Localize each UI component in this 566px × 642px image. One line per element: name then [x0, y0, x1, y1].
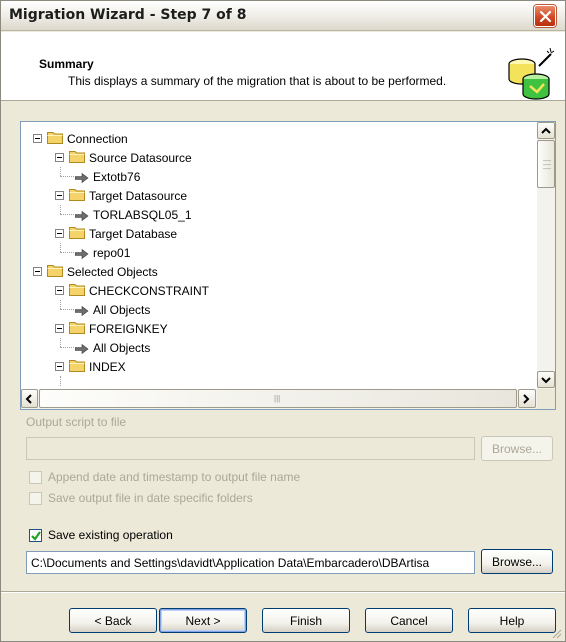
database-migration-icon — [508, 47, 555, 100]
title-bar[interactable]: Migration Wizard - Step 7 of 8 — [1, 1, 565, 31]
tree-item[interactable]: Target Datasource — [21, 186, 535, 205]
tree-item-label: Target Datasource — [89, 189, 188, 203]
tree-item[interactable]: FOREIGNKEY — [21, 319, 535, 338]
tree-content: Connection Source Datasource Extotb76 Targe… — [21, 122, 535, 389]
collapse-icon[interactable] — [55, 324, 64, 333]
migration-wizard-window: Migration Wizard - Step 7 of 8 Summary T… — [0, 0, 566, 642]
scroll-up-button[interactable] — [537, 122, 555, 139]
footer-divider — [1, 591, 565, 593]
save-operation-label: Save existing operation — [48, 528, 173, 542]
next-button[interactable]: Next > — [159, 608, 247, 633]
tree-item-label: INDEX — [89, 360, 126, 374]
tree-item-label: Selected Objects — [67, 265, 158, 279]
tree-item[interactable]: CHECKCONSTRAINT — [21, 281, 535, 300]
scrollbar-corner — [537, 389, 555, 409]
scroll-down-button[interactable] — [537, 371, 555, 388]
scroll-left-button[interactable] — [21, 389, 38, 408]
output-browse-button[interactable]: Browse... — [481, 436, 553, 461]
vertical-scroll-thumb[interactable]: — — — — [537, 140, 555, 188]
tree-item[interactable]: All Objects — [21, 300, 535, 319]
chevron-down-icon — [541, 377, 551, 384]
back-button[interactable]: < Back — [69, 608, 157, 633]
folder-icon — [69, 359, 85, 375]
output-path-field[interactable] — [26, 437, 475, 460]
folder-icon — [69, 150, 85, 166]
output-path-input[interactable] — [27, 438, 474, 459]
save-operation-checkbox[interactable] — [29, 529, 42, 542]
scroll-right-button[interactable] — [518, 389, 536, 408]
folder-icon — [69, 321, 85, 337]
tree-item[interactable]: Source Datasource — [21, 148, 535, 167]
collapse-icon[interactable] — [55, 362, 64, 371]
arrow-right-icon — [74, 172, 89, 186]
output-script-label: Output script to file — [26, 415, 127, 429]
tree-item[interactable]: Target Database — [21, 224, 535, 243]
collapse-icon[interactable] — [55, 191, 64, 200]
tree-item[interactable]: INDEX — [21, 357, 535, 376]
tree-item-label: FOREIGNKEY — [89, 322, 168, 336]
date-folders-label: Save output file in date specific folder… — [48, 491, 253, 505]
arrow-right-icon — [74, 343, 89, 357]
collapse-icon[interactable] — [33, 134, 42, 143]
append-timestamp-checkbox[interactable] — [29, 471, 42, 484]
tree-item[interactable]: Selected Objects — [21, 262, 535, 281]
tree-item-label: repo01 — [93, 246, 131, 260]
tree-item[interactable]: All Objects — [21, 338, 535, 357]
chevron-left-icon — [25, 394, 32, 404]
tree-item-label: All Objects — [93, 341, 151, 355]
cancel-button[interactable]: Cancel — [365, 608, 453, 633]
close-button[interactable] — [534, 5, 556, 27]
resize-grip-icon[interactable] — [550, 627, 562, 639]
tree-item-label: TORLABSQL05_1 — [93, 208, 192, 222]
save-operation-path-input[interactable] — [27, 552, 474, 573]
folder-icon — [69, 226, 85, 242]
finish-button[interactable]: Finish — [262, 608, 350, 633]
arrow-right-icon — [74, 248, 89, 262]
date-folders-checkbox[interactable] — [29, 492, 42, 505]
folder-icon — [47, 131, 63, 147]
save-operation-browse-button[interactable]: Browse... — [481, 549, 553, 574]
tree-item-label: CHECKCONSTRAINT — [89, 284, 210, 298]
folder-icon — [69, 188, 85, 204]
append-timestamp-label: Append date and timestamp to output file… — [48, 470, 301, 484]
checkmark-icon — [31, 531, 41, 541]
collapse-icon[interactable] — [55, 229, 64, 238]
tree-item-label: Target Database — [89, 227, 178, 241]
summary-tree[interactable]: Connection Source Datasource Extotb76 Targe… — [20, 121, 556, 410]
folder-icon — [47, 264, 63, 280]
tree-item[interactable]: repo01 — [21, 243, 535, 262]
arrow-right-icon — [74, 210, 89, 224]
tree-item-label: Connection — [67, 132, 128, 146]
window-title: Migration Wizard - Step 7 of 8 — [9, 7, 247, 23]
tree-item-label: Source Datasource — [89, 151, 192, 165]
tree-item[interactable]: Connection — [21, 129, 535, 148]
wizard-header: Summary This displays a summary of the m… — [1, 32, 565, 101]
collapse-icon[interactable] — [55, 286, 64, 295]
chevron-up-icon — [541, 127, 551, 134]
folder-icon — [69, 283, 85, 299]
header-title: Summary — [39, 57, 94, 71]
tree-item[interactable]: TORLABSQL05_1 — [21, 205, 535, 224]
collapse-icon[interactable] — [33, 267, 42, 276]
save-operation-path-field[interactable] — [26, 551, 475, 574]
tree-item-label: Extotb76 — [93, 170, 141, 184]
tree-item-label: All Objects — [93, 303, 151, 317]
help-button[interactable]: Help — [468, 608, 556, 633]
horizontal-scrollbar[interactable]: ||| — [21, 389, 537, 409]
tree-item[interactable]: Extotb76 — [21, 167, 535, 186]
arrow-right-icon — [74, 305, 89, 319]
close-icon — [539, 10, 552, 23]
collapse-icon[interactable] — [55, 153, 64, 162]
vertical-scrollbar[interactable]: — — — — [537, 122, 555, 389]
chevron-right-icon — [523, 394, 530, 404]
header-description: This displays a summary of the migration… — [68, 74, 447, 88]
horizontal-scroll-thumb[interactable]: ||| — [39, 389, 517, 408]
